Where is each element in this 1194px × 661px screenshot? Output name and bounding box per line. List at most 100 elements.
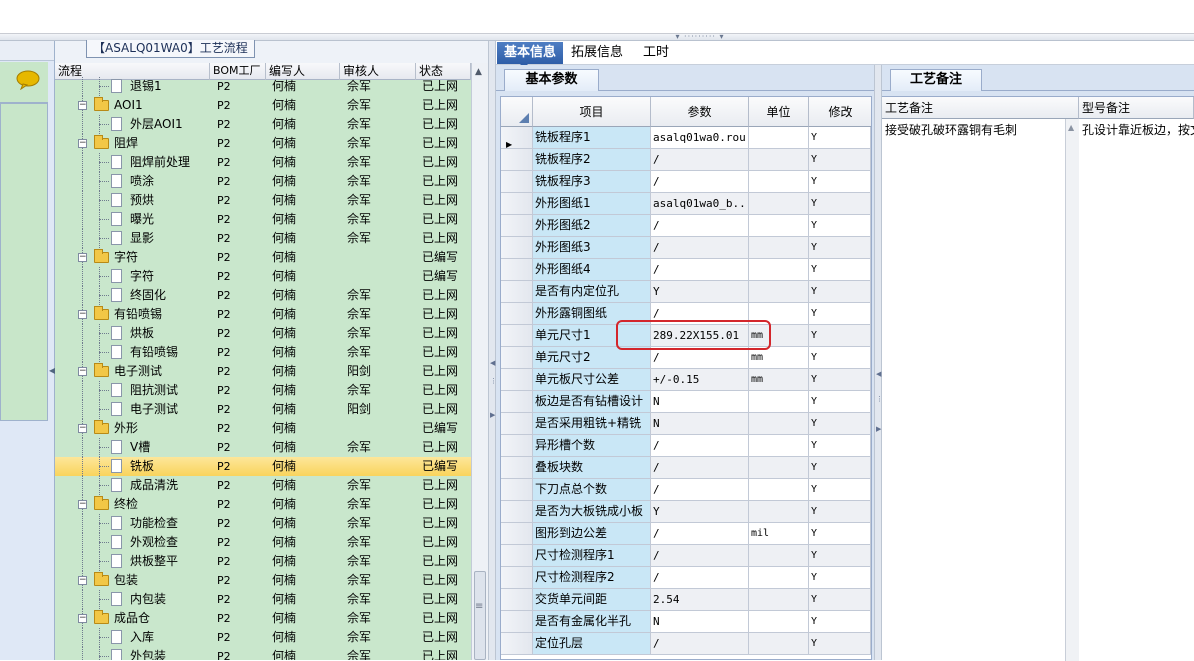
unit-cell[interactable] xyxy=(749,127,809,149)
collapse-toggle-icon[interactable]: − xyxy=(78,253,87,262)
notes-scrollbar[interactable]: ▲ xyxy=(1065,119,1079,661)
row-indicator[interactable] xyxy=(501,281,533,303)
tree-node-label[interactable]: 电子测试 xyxy=(130,400,178,419)
grid-row[interactable]: 是否有金属化半孔 N Y xyxy=(501,611,871,633)
param-cell[interactable]: N xyxy=(651,611,749,633)
param-cell[interactable]: / xyxy=(651,567,749,589)
tab-process-notes[interactable]: 工艺备注 xyxy=(890,69,982,91)
tree-node-label[interactable]: 外层AOI1 xyxy=(130,115,183,134)
row-indicator[interactable] xyxy=(501,325,533,347)
unit-cell[interactable] xyxy=(749,171,809,193)
tree-row[interactable]: 外包装 P2 何楠 佘军 已上网 xyxy=(55,647,471,660)
tree-node-label[interactable]: AOI1 xyxy=(114,96,143,115)
unit-cell[interactable] xyxy=(749,215,809,237)
notes-col-process[interactable]: 工艺备注 xyxy=(882,97,1079,119)
unit-cell[interactable] xyxy=(749,567,809,589)
grid-row[interactable]: 单元板尺寸公差 +/-0.15 mm Y xyxy=(501,369,871,391)
scroll-up-icon[interactable]: ▲ xyxy=(475,67,482,77)
unit-cell[interactable] xyxy=(749,633,809,655)
tree-node-label[interactable]: 功能检查 xyxy=(130,514,178,533)
modify-cell[interactable]: Y xyxy=(809,171,871,193)
tree-row[interactable]: − 成品仓 P2 何楠 佘军 已上网 xyxy=(55,609,471,628)
tree-row[interactable]: − 有铅喷锡 P2 何楠 佘军 已上网 xyxy=(55,305,471,324)
tree-row[interactable]: − AOI1 P2 何楠 佘军 已上网 xyxy=(55,96,471,115)
grid-row[interactable]: ▶ 铣板程序1 asalq01wa0.rou Y xyxy=(501,127,871,149)
row-indicator[interactable] xyxy=(501,149,533,171)
modify-cell[interactable]: Y xyxy=(809,149,871,171)
unit-cell[interactable] xyxy=(749,413,809,435)
tree-node-label[interactable]: 外观检查 xyxy=(130,533,178,552)
tree-node-label[interactable]: 终固化 xyxy=(130,286,166,305)
modify-cell[interactable]: Y xyxy=(809,215,871,237)
unit-cell[interactable] xyxy=(749,589,809,611)
unit-cell[interactable] xyxy=(749,237,809,259)
param-cell[interactable]: / xyxy=(651,149,749,171)
tree-node-label[interactable]: 有铅喷锡 xyxy=(130,343,178,362)
grid-row[interactable]: 下刀点总个数 / Y xyxy=(501,479,871,501)
tree-node-label[interactable]: 阻焊 xyxy=(114,134,138,153)
row-indicator[interactable]: ▶ xyxy=(501,127,533,149)
splitter-left-arrow-icon[interactable]: ◀ xyxy=(490,359,495,367)
row-indicator[interactable] xyxy=(501,347,533,369)
modify-cell[interactable]: Y xyxy=(809,237,871,259)
tree-node-label[interactable]: 阻焊前处理 xyxy=(130,153,190,172)
tree-node-label[interactable]: 喷涂 xyxy=(130,172,154,191)
tree-node-label[interactable]: 成品仓 xyxy=(114,609,150,628)
tree-row[interactable]: − 终检 P2 何楠 佘军 已上网 xyxy=(55,495,471,514)
collapse-toggle-icon[interactable]: − xyxy=(78,424,87,433)
unit-cell[interactable] xyxy=(749,391,809,413)
param-cell[interactable]: / xyxy=(651,545,749,567)
scroll-up-icon[interactable]: ▲ xyxy=(1068,123,1074,132)
row-indicator[interactable] xyxy=(501,237,533,259)
tree-row[interactable]: 铣板 P2 何楠 已编写 xyxy=(55,457,471,476)
tree-row[interactable]: − 字符 P2 何楠 已编写 xyxy=(55,248,471,267)
vertical-splitter-right[interactable]: ◀ ⋮ ▶ xyxy=(874,65,883,660)
tree-row[interactable]: 外观检查 P2 何楠 佘军 已上网 xyxy=(55,533,471,552)
param-cell[interactable]: asalq01wa0.rou xyxy=(651,127,749,149)
grid-row[interactable]: 异形槽个数 / Y xyxy=(501,435,871,457)
tree-node-label[interactable]: 预烘 xyxy=(130,191,154,210)
tree-row[interactable]: − 外形 P2 何楠 已编写 xyxy=(55,419,471,438)
modify-cell[interactable]: Y xyxy=(809,611,871,633)
modify-cell[interactable]: Y xyxy=(809,435,871,457)
splitter-right-arrow-icon[interactable]: ▶ xyxy=(876,425,881,433)
modify-cell[interactable]: Y xyxy=(809,325,871,347)
tree-row[interactable]: 有铅喷锡 P2 何楠 佘军 已上网 xyxy=(55,343,471,362)
tree-row[interactable]: 阻焊前处理 P2 何楠 佘军 已上网 xyxy=(55,153,471,172)
collapse-toggle-icon[interactable]: − xyxy=(78,139,87,148)
unit-cell[interactable] xyxy=(749,281,809,303)
row-indicator[interactable] xyxy=(501,171,533,193)
unit-cell[interactable]: mm xyxy=(749,369,809,391)
unit-cell[interactable] xyxy=(749,193,809,215)
grid-row[interactable]: 交货单元间距 2.54 Y xyxy=(501,589,871,611)
tab-basic-params[interactable]: 基本参数 xyxy=(504,69,599,91)
row-indicator[interactable] xyxy=(501,523,533,545)
grid-row[interactable]: 是否有内定位孔 Y Y xyxy=(501,281,871,303)
grid-row[interactable]: 是否采用粗铣+精铣 N Y xyxy=(501,413,871,435)
modify-cell[interactable]: Y xyxy=(809,303,871,325)
tree-row[interactable]: 字符 P2 何楠 已编写 xyxy=(55,267,471,286)
tree-row[interactable]: − 阻焊 P2 何楠 佘军 已上网 xyxy=(55,134,471,153)
tree-row[interactable]: V槽 P2 何楠 佘军 已上网 xyxy=(55,438,471,457)
tree-node-label[interactable]: 内包装 xyxy=(130,590,166,609)
tree-node-label[interactable]: 字符 xyxy=(130,267,154,286)
splitter-right-arrow-icon[interactable]: ▶ xyxy=(490,411,495,419)
tree-node-label[interactable]: 退锡1 xyxy=(130,77,162,96)
tree-node-label[interactable]: 外包装 xyxy=(130,647,166,660)
row-indicator[interactable] xyxy=(501,259,533,281)
param-cell[interactable]: / xyxy=(651,347,749,369)
row-indicator[interactable] xyxy=(501,589,533,611)
modify-cell[interactable]: Y xyxy=(809,391,871,413)
tree-node-label[interactable]: V槽 xyxy=(130,438,150,457)
tab-work-hours[interactable]: 工时 xyxy=(634,42,678,64)
scroll-thumb[interactable] xyxy=(474,571,486,660)
tree-node-label[interactable]: 曝光 xyxy=(130,210,154,229)
param-cell[interactable]: Y xyxy=(651,501,749,523)
row-indicator[interactable] xyxy=(501,501,533,523)
tree-node-label[interactable]: 烘板 xyxy=(130,324,154,343)
tree-node-label[interactable]: 包装 xyxy=(114,571,138,590)
modify-cell[interactable]: Y xyxy=(809,501,871,523)
row-indicator[interactable] xyxy=(501,611,533,633)
row-indicator[interactable] xyxy=(501,567,533,589)
splitter-left-arrow-icon[interactable]: ◀ xyxy=(876,370,881,378)
